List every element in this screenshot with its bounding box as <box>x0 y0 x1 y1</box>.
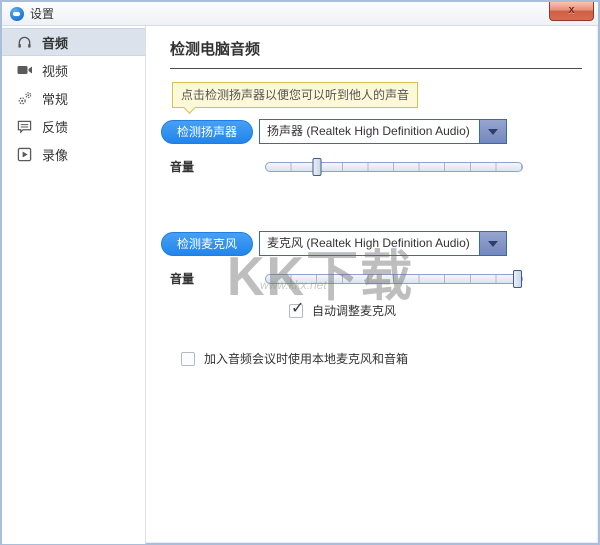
window-body: 音频 视频 常规 反馈 录像 检测电脑音频 点击检测扬声器以便您可以听到他人的声… <box>2 26 598 544</box>
join-audio-option-row: 加入音频会议时使用本地麦克风和音箱 <box>181 350 584 367</box>
auto-adjust-mic-checkbox[interactable]: ✓ <box>289 300 304 318</box>
gears-icon <box>16 90 33 106</box>
feedback-bubble-icon <box>16 118 33 134</box>
test-speaker-button[interactable]: 检测扬声器 <box>161 119 254 144</box>
microphone-volume-thumb[interactable] <box>513 269 522 288</box>
speaker-volume-label: 音量 <box>170 160 195 174</box>
settings-window: 设置 x 音频 视频 常规 反馈 录像 检测电脑音频 点击检测扬声器以便您可以听… <box>0 0 600 545</box>
speaker-volume-row: 音量 <box>170 157 584 176</box>
sidebar-item-audio[interactable]: 音频 <box>2 28 145 56</box>
checkmark-icon: ✓ <box>291 299 305 317</box>
sidebar-item-video[interactable]: 视频 <box>2 56 145 84</box>
microphone-volume-row: 音量 <box>170 269 584 288</box>
speaker-test-tooltip: 点击检测扬声器以便您可以听到他人的声音 <box>172 82 419 108</box>
speaker-device-value: 扬声器 (Realtek High Definition Audio) <box>267 124 470 138</box>
microphone-device-value: 麦克风 (Realtek High Definition Audio) <box>267 236 470 250</box>
window-title: 设置 <box>30 7 55 21</box>
sidebar-item-label: 音频 <box>42 35 69 51</box>
microphone-volume-label: 音量 <box>170 272 195 286</box>
join-audio-checkbox[interactable] <box>181 351 195 366</box>
speaker-volume-thumb[interactable] <box>312 157 322 176</box>
chevron-down-icon <box>488 128 499 135</box>
page-title: 检测电脑音频 <box>170 38 582 69</box>
microphone-dropdown-arrow-button[interactable] <box>479 232 507 255</box>
auto-adjust-mic-label[interactable]: 自动调整麦克风 <box>312 302 396 319</box>
title-bar: 设置 x <box>2 2 598 26</box>
speaker-device-row: 检测扬声器 扬声器 (Realtek High Definition Audio… <box>161 119 584 144</box>
auto-adjust-mic-row: ✓ 自动调整麦克风 <box>289 300 584 319</box>
audio-settings-pane: 检测电脑音频 点击检测扬声器以便您可以听到他人的声音 检测扬声器 扬声器 (Re… <box>146 26 598 544</box>
sidebar-item-label: 常规 <box>42 91 69 107</box>
close-button[interactable]: x <box>549 2 594 21</box>
sidebar-item-recording[interactable]: 录像 <box>2 140 145 168</box>
test-microphone-button[interactable]: 检测麦克风 <box>161 231 254 256</box>
sidebar-item-label: 反馈 <box>42 119 69 135</box>
speaker-device-select[interactable]: 扬声器 (Realtek High Definition Audio) <box>259 119 508 144</box>
speaker-volume-slider[interactable] <box>265 157 523 176</box>
app-logo-icon <box>10 6 24 21</box>
chevron-down-icon <box>488 240 499 247</box>
sidebar-item-label: 录像 <box>42 147 69 163</box>
video-camera-icon <box>16 62 33 78</box>
microphone-device-row: 检测麦克风 麦克风 (Realtek High Definition Audio… <box>161 231 584 256</box>
sidebar: 音频 视频 常规 反馈 录像 <box>2 26 146 544</box>
join-audio-label[interactable]: 加入音频会议时使用本地麦克风和音箱 <box>204 350 408 367</box>
recording-play-icon <box>16 146 33 162</box>
headphones-icon <box>16 34 33 50</box>
sidebar-item-feedback[interactable]: 反馈 <box>2 112 145 140</box>
speaker-dropdown-arrow-button[interactable] <box>479 120 507 143</box>
sidebar-item-general[interactable]: 常规 <box>2 84 145 112</box>
microphone-volume-slider[interactable] <box>265 269 523 288</box>
sidebar-item-label: 视频 <box>42 63 69 79</box>
microphone-device-select[interactable]: 麦克风 (Realtek High Definition Audio) <box>259 231 508 256</box>
